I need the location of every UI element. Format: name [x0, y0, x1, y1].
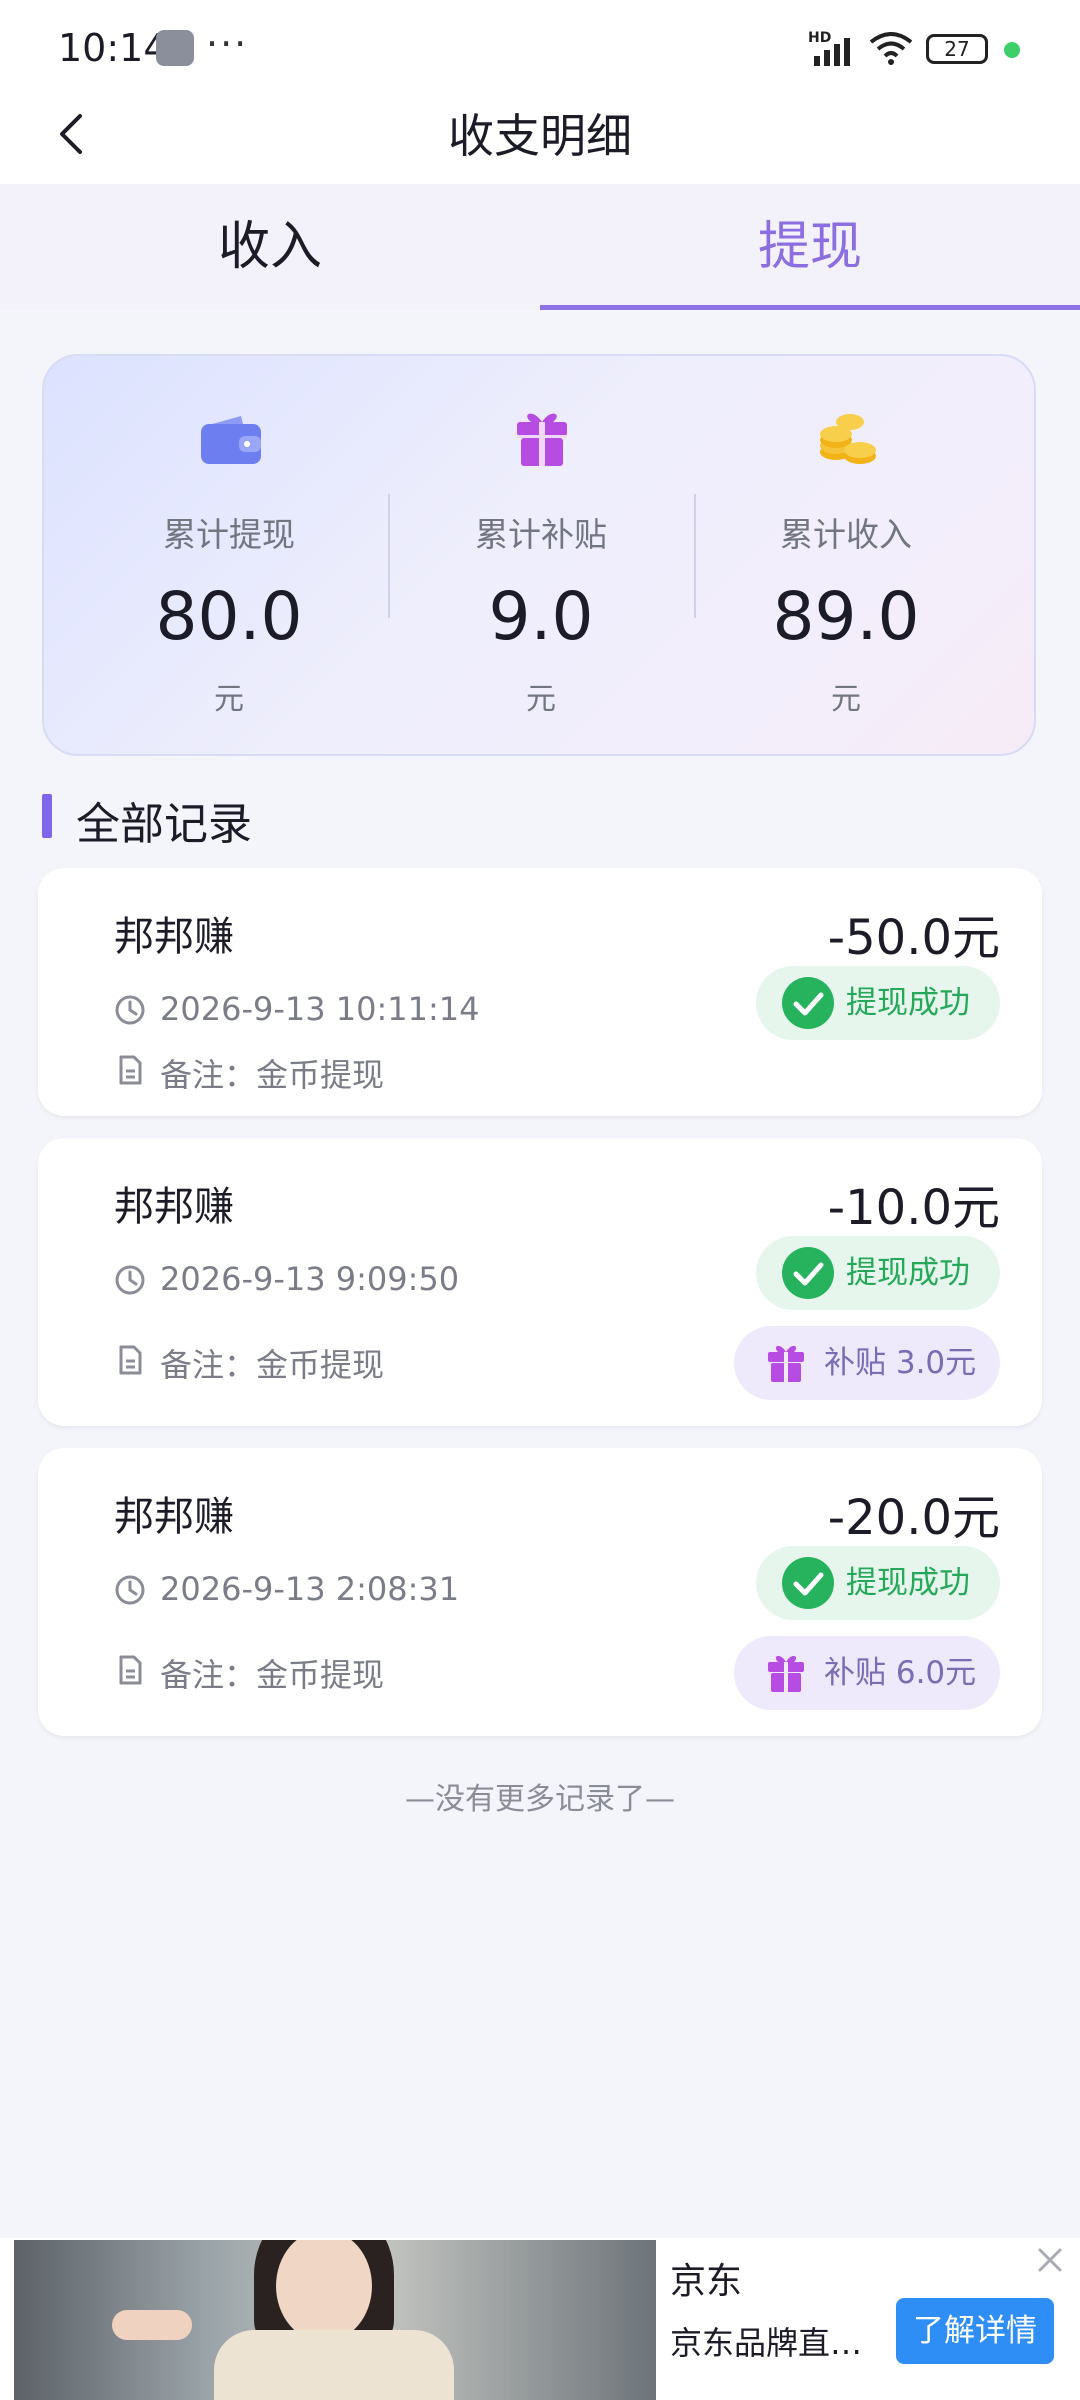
tab-bar: 收入 提现	[0, 184, 1080, 310]
record-time-text: 2026-9-13 9:09:50	[160, 1260, 460, 1298]
tab-withdraw[interactable]: 提现	[540, 184, 1080, 310]
wallet-icon	[201, 416, 261, 464]
record-card[interactable]: 邦邦赚 -50.0元 2026-9-13 10:11:14 备注：金币提现 提现…	[38, 868, 1042, 1116]
stat-unit: 元	[214, 682, 244, 717]
stat-total-income: 累计收入 89.0 元	[696, 356, 996, 758]
ad-brand: 京东	[670, 2261, 743, 2302]
stat-total-subsidy: 累计补贴 9.0 元	[391, 356, 691, 758]
record-note-text: 备注：金币提现	[160, 1346, 385, 1384]
close-icon[interactable]	[1034, 2244, 1066, 2276]
document-icon	[119, 1655, 142, 1685]
subsidy-text: 补贴 3.0元	[824, 1345, 977, 1381]
record-amount: -20.0元	[827, 1490, 1000, 1546]
stat-label: 累计补贴	[475, 515, 607, 554]
document-icon	[119, 1345, 142, 1375]
subsidy-text: 补贴 6.0元	[824, 1655, 977, 1691]
more-notifications-icon: ···	[206, 22, 249, 66]
tab-income[interactable]: 收入	[0, 184, 540, 310]
active-indicator-dot	[1004, 42, 1020, 58]
ad-description: 京东品牌直…	[670, 2324, 863, 2362]
record-note-text: 备注：金币提现	[160, 1056, 385, 1094]
status-time: 10:14	[58, 26, 168, 70]
coins-icon	[820, 414, 876, 464]
check-circle-icon	[782, 1247, 834, 1299]
stat-value: 9.0	[488, 578, 594, 655]
stat-value: 89.0	[772, 578, 920, 655]
status-text: 提现成功	[846, 985, 970, 1021]
top-nav-bar: 收支明细	[0, 90, 1080, 184]
document-icon	[119, 1055, 142, 1085]
record-card[interactable]: 邦邦赚 -20.0元 2026-9-13 2:08:31 备注：金币提现 提现成…	[38, 1448, 1042, 1736]
gift-icon	[517, 413, 567, 466]
check-circle-icon	[782, 1557, 834, 1609]
stat-total-withdraw: 累计提现 80.0 元	[79, 356, 379, 758]
divider	[388, 494, 390, 618]
wrench-icon	[156, 30, 194, 66]
clock-icon	[115, 1265, 145, 1295]
clock-icon	[115, 995, 145, 1025]
record-source: 邦邦赚	[114, 1184, 234, 1230]
wifi-icon	[869, 32, 913, 65]
clock-icon	[115, 1575, 145, 1605]
end-of-list-text: —没有更多记录了—	[405, 1782, 675, 1817]
record-note-text: 备注：金币提现	[160, 1656, 385, 1694]
learn-more-button[interactable]: 了解详情	[896, 2298, 1054, 2364]
ad-banner[interactable]: 京东 京东品牌直… 了解详情	[0, 2238, 1080, 2400]
check-circle-icon	[782, 977, 834, 1029]
stat-value: 80.0	[155, 578, 303, 655]
status-text: 提现成功	[846, 1565, 970, 1601]
section-accent-bar	[42, 794, 52, 838]
record-source: 邦邦赚	[114, 914, 234, 960]
gift-icon	[768, 1345, 804, 1382]
record-time-text: 2026-9-13 10:11:14	[160, 990, 480, 1028]
stat-label: 累计收入	[780, 515, 912, 554]
page-title: 收支明细	[448, 109, 632, 163]
ad-image[interactable]	[14, 2240, 656, 2400]
record-time-text: 2026-9-13 2:08:31	[160, 1570, 460, 1608]
signal-icon	[814, 38, 850, 66]
record-amount: -10.0元	[827, 1180, 1000, 1236]
stat-unit: 元	[526, 682, 556, 717]
battery-indicator: 27	[926, 34, 988, 64]
status-text: 提现成功	[846, 1255, 970, 1291]
status-badge: 提现成功	[756, 966, 1000, 1040]
summary-card: 累计提现 80.0 元 累计补贴 9.0 元 累计收入 89.0 元	[42, 354, 1036, 756]
record-card[interactable]: 邦邦赚 -10.0元 2026-9-13 9:09:50 备注：金币提现 提现成…	[38, 1138, 1042, 1426]
record-source: 邦邦赚	[114, 1494, 234, 1540]
status-badge: 提现成功	[756, 1236, 1000, 1310]
gift-icon	[768, 1655, 804, 1692]
status-badge: 提现成功	[756, 1546, 1000, 1620]
subsidy-badge: 补贴 3.0元	[734, 1326, 1000, 1400]
record-amount: -50.0元	[827, 910, 1000, 966]
section-title: 全部记录	[76, 799, 252, 850]
status-bar: 10:14 ··· HD 27	[0, 0, 1080, 90]
stat-unit: 元	[831, 682, 861, 717]
stat-label: 累计提现	[163, 515, 295, 554]
subsidy-badge: 补贴 6.0元	[734, 1636, 1000, 1710]
